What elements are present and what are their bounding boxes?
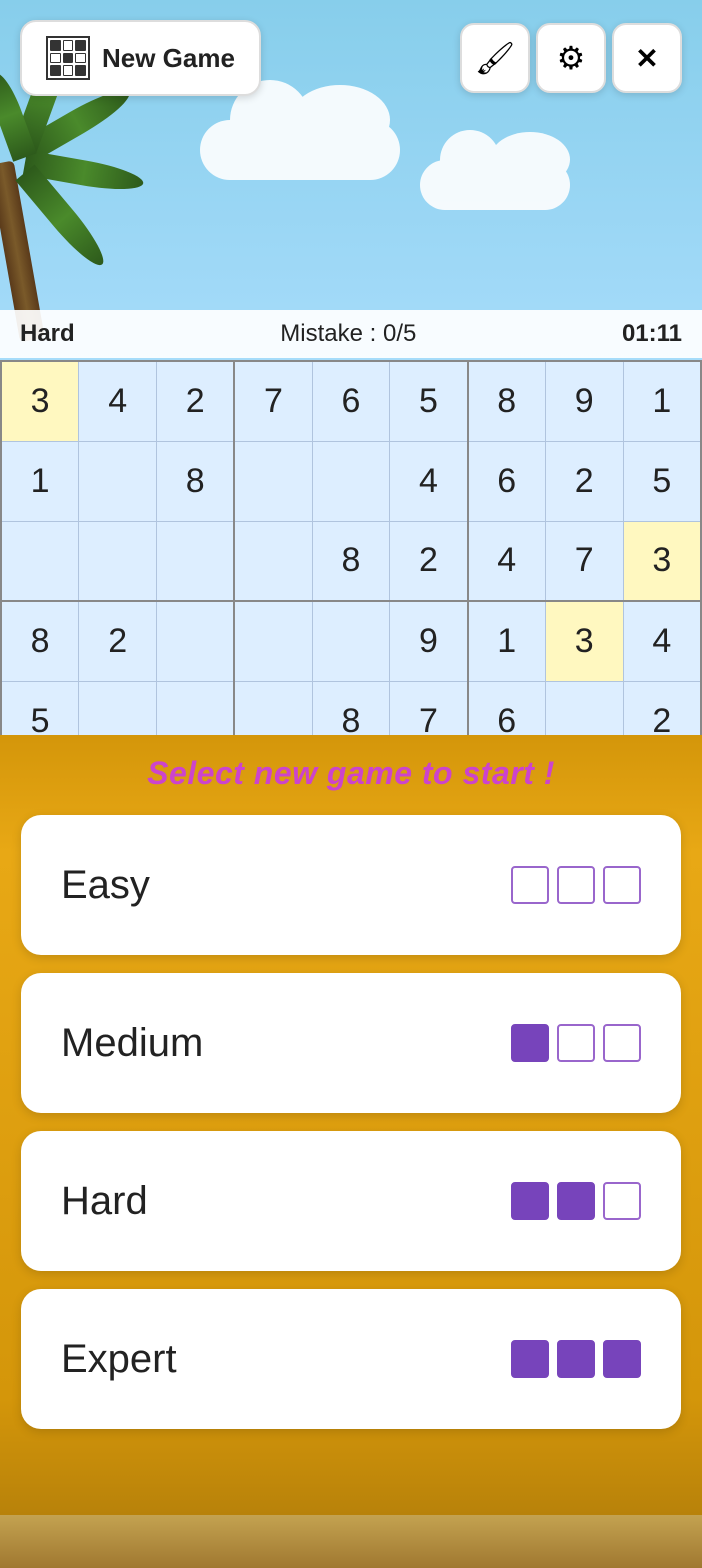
cell-1-3[interactable] <box>234 441 312 521</box>
status-mistakes: Mistake : 0/5 <box>280 320 416 348</box>
cell-2-3[interactable] <box>234 521 312 601</box>
cell-2-8[interactable]: 3 <box>623 521 701 601</box>
medium-box-2 <box>557 1024 595 1062</box>
cell-0-0[interactable]: 3 <box>1 361 79 441</box>
close-icon: ✕ <box>635 42 658 75</box>
cell-0-7[interactable]: 9 <box>545 361 623 441</box>
table-row: 8 2 4 7 3 <box>1 521 701 601</box>
cell-2-6[interactable]: 4 <box>468 521 546 601</box>
medium-box-3 <box>603 1024 641 1062</box>
expert-label: Expert <box>61 1337 177 1382</box>
close-button[interactable]: ✕ <box>612 23 682 93</box>
cell-0-5[interactable]: 5 <box>390 361 468 441</box>
medium-button[interactable]: Medium <box>21 973 681 1113</box>
cell-3-1[interactable]: 2 <box>79 601 157 681</box>
cell-3-6[interactable]: 1 <box>468 601 546 681</box>
cell-1-0[interactable]: 1 <box>1 441 79 521</box>
sudoku-grid: 3 4 2 7 6 5 8 9 1 1 8 4 6 2 5 <box>0 360 702 762</box>
cell-3-8[interactable]: 4 <box>623 601 701 681</box>
status-difficulty: Hard <box>20 320 75 348</box>
cell-2-2[interactable] <box>157 521 235 601</box>
medium-indicator <box>511 1024 641 1062</box>
paint-button[interactable]: 🖌 <box>460 23 530 93</box>
expert-box-1 <box>511 1340 549 1378</box>
cell-3-3[interactable] <box>234 601 312 681</box>
hard-button[interactable]: Hard <box>21 1131 681 1271</box>
cell-0-1[interactable]: 4 <box>79 361 157 441</box>
cell-0-6[interactable]: 8 <box>468 361 546 441</box>
top-bar: New Game 🖌 ⚙ ✕ <box>0 20 702 96</box>
top-right-buttons: 🖌 ⚙ ✕ <box>460 23 682 93</box>
cloud-2 <box>420 160 570 210</box>
easy-label: Easy <box>61 863 150 908</box>
cell-2-4[interactable]: 8 <box>312 521 390 601</box>
table-row: 1 8 4 6 2 5 <box>1 441 701 521</box>
hard-box-3 <box>603 1182 641 1220</box>
hard-box-2 <box>557 1182 595 1220</box>
table-row: 3 4 2 7 6 5 8 9 1 <box>1 361 701 441</box>
bottom-beach <box>0 1508 702 1568</box>
cell-1-5[interactable]: 4 <box>390 441 468 521</box>
settings-button[interactable]: ⚙ <box>536 23 606 93</box>
cell-3-2[interactable] <box>157 601 235 681</box>
select-game-text: Select new game to start ! <box>147 755 555 792</box>
cell-3-5[interactable]: 9 <box>390 601 468 681</box>
expert-box-2 <box>557 1340 595 1378</box>
table-row: 8 2 9 1 3 4 <box>1 601 701 681</box>
expert-box-3 <box>603 1340 641 1378</box>
cloud-1 <box>200 120 400 180</box>
cell-0-4[interactable]: 6 <box>312 361 390 441</box>
hard-label: Hard <box>61 1179 148 1224</box>
new-game-label: New Game <box>102 43 235 74</box>
sudoku-table: 3 4 2 7 6 5 8 9 1 1 8 4 6 2 5 <box>0 360 702 762</box>
cell-2-5[interactable]: 2 <box>390 521 468 601</box>
difficulty-overlay: Select new game to start ! Easy Medium H… <box>0 735 702 1515</box>
cell-2-0[interactable] <box>1 521 79 601</box>
cell-3-0[interactable]: 8 <box>1 601 79 681</box>
cell-2-1[interactable] <box>79 521 157 601</box>
cell-1-1[interactable] <box>79 441 157 521</box>
cell-1-7[interactable]: 2 <box>545 441 623 521</box>
easy-box-1 <box>511 866 549 904</box>
cell-1-8[interactable]: 5 <box>623 441 701 521</box>
sudoku-logo-icon <box>46 36 90 80</box>
cell-0-8[interactable]: 1 <box>623 361 701 441</box>
hard-box-1 <box>511 1182 549 1220</box>
medium-label: Medium <box>61 1021 203 1066</box>
medium-box-1 <box>511 1024 549 1062</box>
cell-0-2[interactable]: 2 <box>157 361 235 441</box>
cell-3-4[interactable] <box>312 601 390 681</box>
settings-icon: ⚙ <box>557 39 586 77</box>
cell-1-4[interactable] <box>312 441 390 521</box>
hard-indicator <box>511 1182 641 1220</box>
status-time: 01:11 <box>622 320 682 348</box>
expert-indicator <box>511 1340 641 1378</box>
status-bar: Hard Mistake : 0/5 01:11 <box>0 310 702 358</box>
new-game-button[interactable]: New Game <box>20 20 261 96</box>
expert-button[interactable]: Expert <box>21 1289 681 1429</box>
easy-box-3 <box>603 866 641 904</box>
cell-2-7[interactable]: 7 <box>545 521 623 601</box>
cell-3-7[interactable]: 3 <box>545 601 623 681</box>
cell-0-3[interactable]: 7 <box>234 361 312 441</box>
paint-icon: 🖌 <box>475 39 516 77</box>
cell-1-6[interactable]: 6 <box>468 441 546 521</box>
cell-1-2[interactable]: 8 <box>157 441 235 521</box>
easy-indicator <box>511 866 641 904</box>
easy-button[interactable]: Easy <box>21 815 681 955</box>
easy-box-2 <box>557 866 595 904</box>
